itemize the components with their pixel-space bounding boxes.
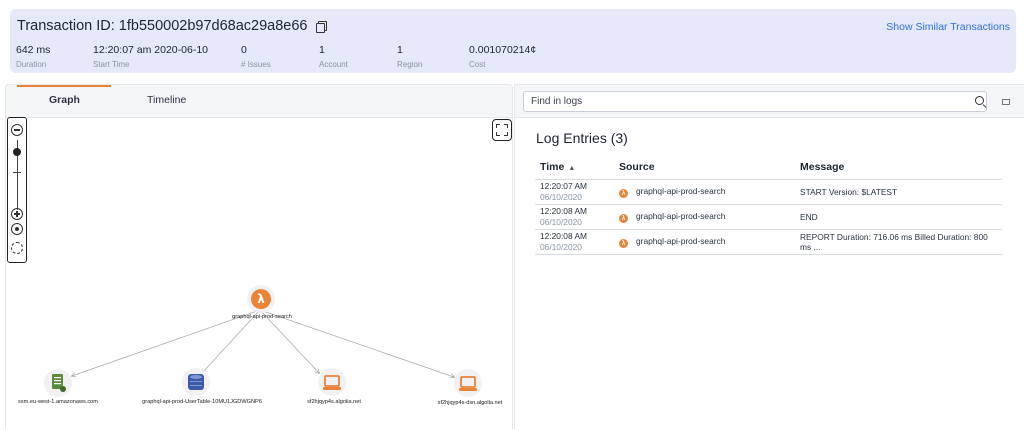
- metric-value: 642 ms: [16, 44, 51, 56]
- log-time-cell: 12:20:07 AM 06/10/2020: [535, 179, 614, 205]
- service-graph: λ graphql-api-prod-search ssm.eu-west-1.…: [18, 285, 503, 406]
- log-source-cell: λ graphql-api-prod-search: [614, 229, 795, 255]
- document-badge: [60, 386, 66, 392]
- log-time-cell: 12:20:08 AM 06/10/2020: [535, 204, 614, 230]
- log-source: graphql-api-prod-search: [636, 185, 726, 196]
- metric-cost: 0.001070214¢ Cost: [469, 44, 536, 69]
- metric-value: 1: [319, 44, 325, 56]
- fullscreen-icon: [496, 124, 500, 128]
- log-row[interactable]: 12:20:08 AM 06/10/2020 λ graphql-api-prod…: [535, 229, 1002, 255]
- metric-label: Duration: [16, 60, 47, 69]
- node-label: sf2hjqyp4s.algolia.net: [307, 399, 361, 405]
- zoom-controls: [7, 117, 27, 263]
- metric-label: Account: [319, 60, 348, 69]
- metric-value: 0: [241, 44, 247, 56]
- column-header-message[interactable]: Message: [795, 155, 1002, 180]
- log-date: 06/10/2020: [540, 241, 582, 252]
- metric-label: Cost: [469, 60, 486, 69]
- transaction-id-label: Transaction ID: 1fb550002b97d68ac29a8e66: [17, 18, 308, 34]
- log-entries-title: Log Entries (3): [536, 130, 628, 146]
- log-source-cell: λ graphql-api-prod-search: [614, 179, 795, 205]
- log-date: 06/10/2020: [540, 191, 582, 202]
- log-date: 06/10/2020: [540, 216, 582, 227]
- metric-label: Start Time: [93, 60, 130, 69]
- database-line: [190, 385, 202, 386]
- node-label: graphql-api-prod-UserTable-10MU1JGDWGNP6: [142, 399, 262, 405]
- lambda-glyph: λ: [257, 292, 265, 306]
- fullscreen-icon-corner: [504, 132, 508, 136]
- metric-label: # Issues: [241, 60, 271, 69]
- zoom-out-icon[interactable]: [11, 124, 23, 136]
- metric-start-time: 12:20:07 am 2020-06-10 Start Time: [93, 44, 208, 69]
- sort-ascending-icon[interactable]: ▲: [568, 165, 575, 172]
- zoom-slider-tick: [13, 172, 21, 173]
- log-source: graphql-api-prod-search: [636, 210, 726, 221]
- metric-value: 1: [397, 44, 403, 56]
- column-header-source[interactable]: Source: [614, 155, 795, 180]
- node-halo: [454, 369, 482, 397]
- graph-node-lambda[interactable]: λ graphql-api-prod-search: [232, 285, 292, 320]
- document-line: [54, 377, 61, 379]
- graph-node-dynamodb[interactable]: graphql-api-prod-UserTable-10MU1JGDWGNP6: [142, 368, 262, 405]
- zoom-in-icon[interactable]: [11, 208, 23, 220]
- lambda-icon: λ: [619, 238, 628, 248]
- graph-node-ssm[interactable]: ssm.eu-west-1.amazonaws.com: [18, 369, 98, 405]
- metric-region: 1 Region: [397, 44, 422, 69]
- transaction-header: Transaction ID: 1fb550002b97d68ac29a8e66…: [10, 9, 1016, 73]
- log-message: REPORT Duration: 716.06 ms Billed Durati…: [795, 229, 1002, 255]
- center-graph-icon[interactable]: [11, 223, 23, 235]
- log-time: 12:20:08 AM: [540, 231, 588, 241]
- database-line: [190, 381, 202, 382]
- log-table: Time ▲ Source Message 12:20:07 AM 06/10/2…: [535, 155, 1002, 255]
- column-header-time[interactable]: Time ▲: [535, 155, 614, 180]
- log-time-cell: 12:20:08 AM 06/10/2020: [535, 229, 614, 255]
- log-message: END: [795, 204, 1002, 230]
- metric-value: 0.001070214¢: [469, 44, 537, 56]
- graph-fullscreen-button[interactable]: [492, 119, 512, 141]
- expand-icon[interactable]: [999, 95, 1013, 109]
- log-row[interactable]: 12:20:08 AM 06/10/2020 λ graphql-api-prod…: [535, 204, 1002, 230]
- log-source-cell: λ graphql-api-prod-search: [614, 204, 795, 230]
- log-search-bar: [515, 85, 1024, 118]
- search-icon[interactable]: [975, 96, 984, 105]
- metric-issues: 0 # Issues: [241, 44, 271, 69]
- metric-label: Region: [397, 60, 423, 69]
- reset-layout-icon[interactable]: [11, 242, 23, 254]
- document-line: [54, 380, 61, 382]
- log-row[interactable]: 12:20:07 AM 06/10/2020 λ graphql-api-prod…: [535, 179, 1002, 205]
- graph-edge: [259, 309, 454, 377]
- log-table-header: Time ▲ Source Message: [535, 155, 1002, 180]
- node-label: graphql-api-prod-search: [232, 314, 292, 320]
- server-base: [323, 387, 341, 390]
- logs-panel: Log Entries (3) Time▲ Source Message 12:…: [514, 84, 1024, 429]
- metric-duration: 642 ms Duration: [16, 44, 50, 69]
- show-similar-transactions-link[interactable]: Show Similar Transactions: [886, 21, 1010, 33]
- graph-panel: Graph Timeline λ graphql-api-prod-search: [5, 84, 513, 429]
- graph-node-algolia[interactable]: sf2hjqyp4s.algolia.net: [307, 368, 361, 405]
- lambda-icon: λ: [619, 188, 628, 198]
- expand-icon-corner: [1006, 101, 1010, 105]
- lambda-icon: λ: [619, 213, 628, 223]
- column-label: Time: [540, 160, 565, 173]
- node-label: ssm.eu-west-1.amazonaws.com: [18, 399, 98, 405]
- log-time: 12:20:07 AM: [540, 181, 588, 191]
- log-message: START Version: $LATEST: [795, 179, 1002, 205]
- log-source: graphql-api-prod-search: [636, 235, 726, 246]
- server-base: [459, 388, 477, 391]
- log-time: 12:20:08 AM: [540, 206, 588, 216]
- zoom-slider-handle[interactable]: [13, 148, 21, 156]
- copy-icon[interactable]: [315, 20, 327, 33]
- metric-value: 12:20:07 am 2020-06-10: [93, 44, 209, 56]
- transaction-title: Transaction ID: 1fb550002b97d68ac29a8e66: [17, 18, 327, 34]
- node-label: sf2hjqyp4s-dsn.algolia.net: [438, 400, 503, 406]
- log-search-input[interactable]: [523, 91, 987, 112]
- node-halo: [318, 368, 346, 396]
- database-top: [190, 375, 202, 379]
- fullscreen-icon-corner: [504, 124, 508, 128]
- fullscreen-icon-corner: [496, 132, 500, 136]
- metric-account: 1 Account: [319, 44, 348, 69]
- document-line: [54, 383, 61, 385]
